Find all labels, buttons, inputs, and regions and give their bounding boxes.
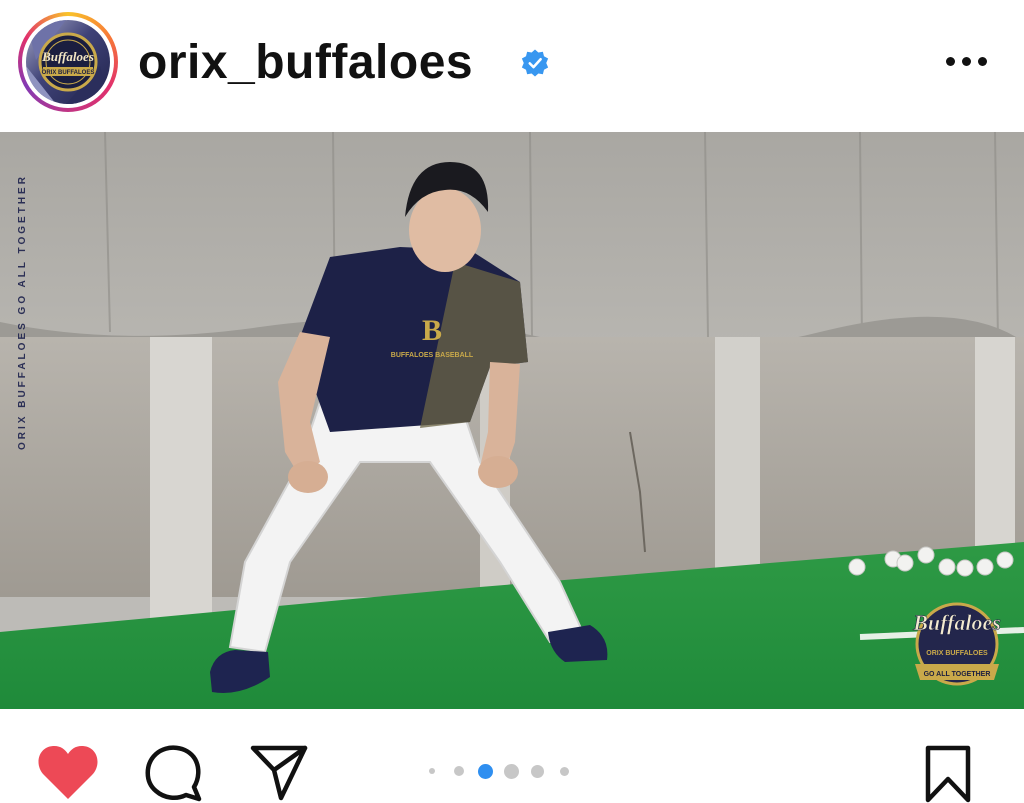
avatar-logo-text: Buffaloes — [41, 49, 94, 64]
post-photo[interactable]: B BUFFALOES BASEBALL ORIX BUFFALOES GO A… — [0, 132, 1024, 709]
avatar-logo-subtext: ORIX BUFFALOES — [42, 70, 95, 76]
action-bar — [0, 709, 1024, 803]
verified-badge-icon — [521, 49, 549, 77]
send-icon[interactable] — [249, 744, 309, 802]
watermark-logo-text: Buffaloes — [912, 610, 1001, 635]
story-ring[interactable]: Buffaloes ORIX BUFFALOES — [18, 12, 118, 112]
avatar[interactable]: Buffaloes ORIX BUFFALOES — [26, 20, 110, 104]
player-training-photo: B BUFFALOES BASEBALL ORIX BUFFALOES GO A… — [0, 132, 1024, 709]
carousel-dot — [504, 764, 519, 779]
carousel-dot — [531, 765, 544, 778]
watermark-ribbon-text: GO ALL TOGETHER — [924, 671, 991, 678]
comment-icon[interactable] — [145, 744, 203, 802]
buffaloes-watermark-logo: Buffaloes ORIX BUFFALOES GO ALL TOGETHER — [912, 602, 1001, 686]
buffaloes-avatar-logo: Buffaloes ORIX BUFFALOES — [26, 20, 110, 104]
carousel-dot-active — [478, 764, 493, 779]
post-header: Buffaloes ORIX BUFFALOES orix_buffaloes — [0, 0, 1024, 132]
shirt-text: BUFFALOES BASEBALL — [391, 352, 474, 359]
more-options-icon[interactable] — [938, 46, 994, 76]
svg-text:B: B — [422, 314, 442, 347]
carousel-dot — [429, 768, 435, 774]
photo-side-text: ORIX BUFFALOES GO ALL TOGETHER — [17, 174, 28, 450]
carousel-dot — [454, 766, 464, 776]
username-link[interactable]: orix_buffaloes — [138, 33, 473, 93]
bookmark-icon[interactable] — [924, 745, 972, 803]
watermark-sub-text: ORIX BUFFALOES — [926, 650, 988, 657]
heart-filled-icon[interactable] — [36, 743, 100, 801]
carousel-indicator — [424, 761, 574, 781]
carousel-dot — [560, 767, 569, 776]
